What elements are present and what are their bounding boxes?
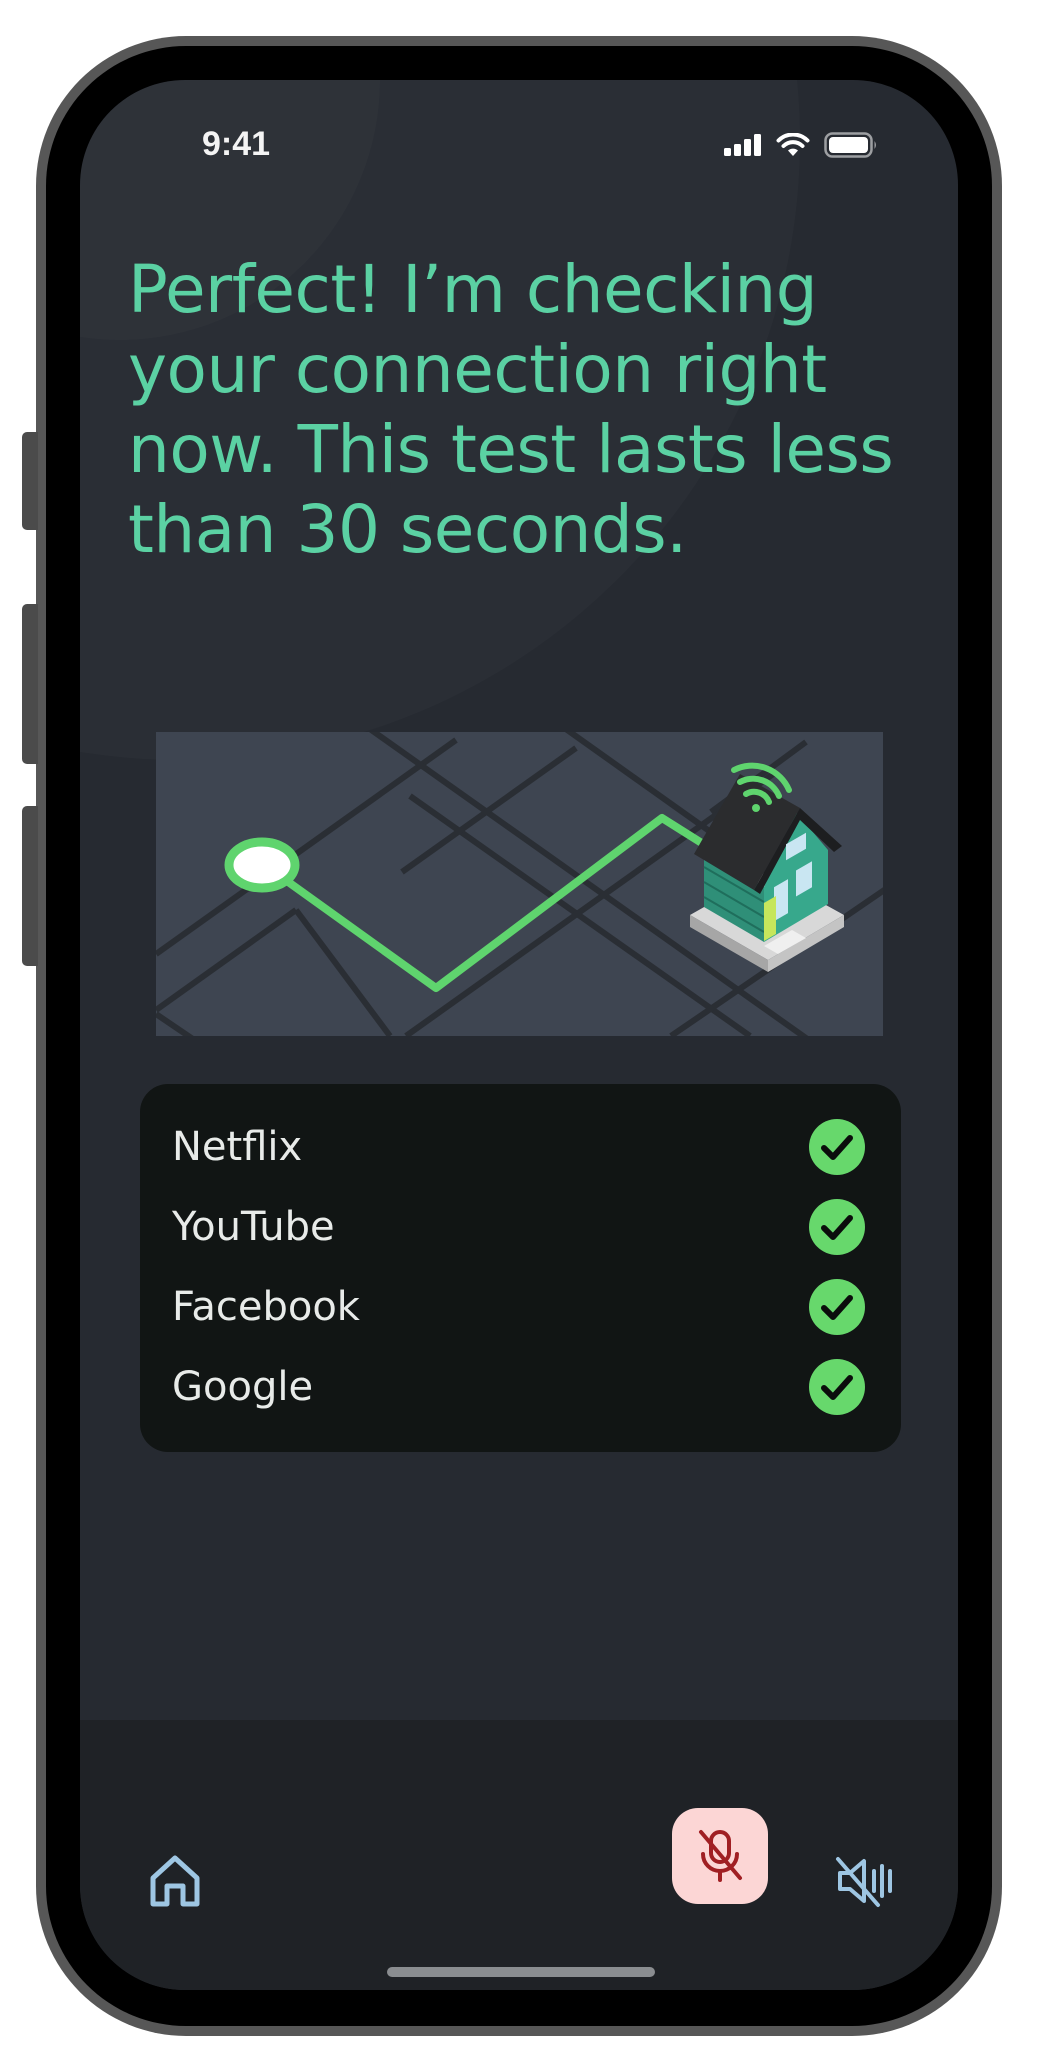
headline: Perfect! I’m checking your connection ri… xyxy=(128,251,894,568)
check-icon xyxy=(809,1359,865,1415)
service-name: Netflix xyxy=(172,1124,303,1170)
home-button[interactable] xyxy=(142,1848,208,1914)
cellular-signal-icon xyxy=(724,134,761,156)
check-icon xyxy=(809,1279,865,1335)
service-name: Facebook xyxy=(172,1284,360,1330)
route-start-icon xyxy=(224,837,300,893)
bottom-bar xyxy=(80,1720,958,1990)
speaker-button[interactable] xyxy=(830,1848,900,1914)
list-item: Google xyxy=(172,1347,865,1427)
battery-icon xyxy=(824,132,876,158)
connection-map-illustration xyxy=(156,732,883,1036)
volume-up-button xyxy=(22,604,38,764)
wifi-icon xyxy=(776,133,810,156)
service-name: YouTube xyxy=(172,1204,335,1250)
status-bar: 9:41 xyxy=(80,80,958,210)
status-time: 9:41 xyxy=(202,125,271,163)
check-icon xyxy=(809,1199,865,1255)
service-check-list: Netflix YouTube Facebook Google xyxy=(140,1084,901,1452)
map-svg xyxy=(156,732,883,1036)
list-item: Netflix xyxy=(172,1107,865,1187)
screen: 9:41 Perfect! I’m checking your connecti… xyxy=(80,80,958,1990)
action-button xyxy=(22,432,38,530)
service-name: Google xyxy=(172,1364,314,1410)
status-icons xyxy=(724,132,878,158)
mute-microphone-button[interactable] xyxy=(672,1808,768,1904)
home-indicator[interactable] xyxy=(387,1967,655,1977)
check-icon xyxy=(809,1119,865,1175)
list-item: Facebook xyxy=(172,1267,865,1347)
volume-down-button xyxy=(22,806,38,966)
mic-off-icon xyxy=(699,1830,742,1882)
speaker-muted-icon xyxy=(836,1857,892,1907)
list-item: YouTube xyxy=(172,1187,865,1267)
home-icon xyxy=(150,1855,200,1907)
